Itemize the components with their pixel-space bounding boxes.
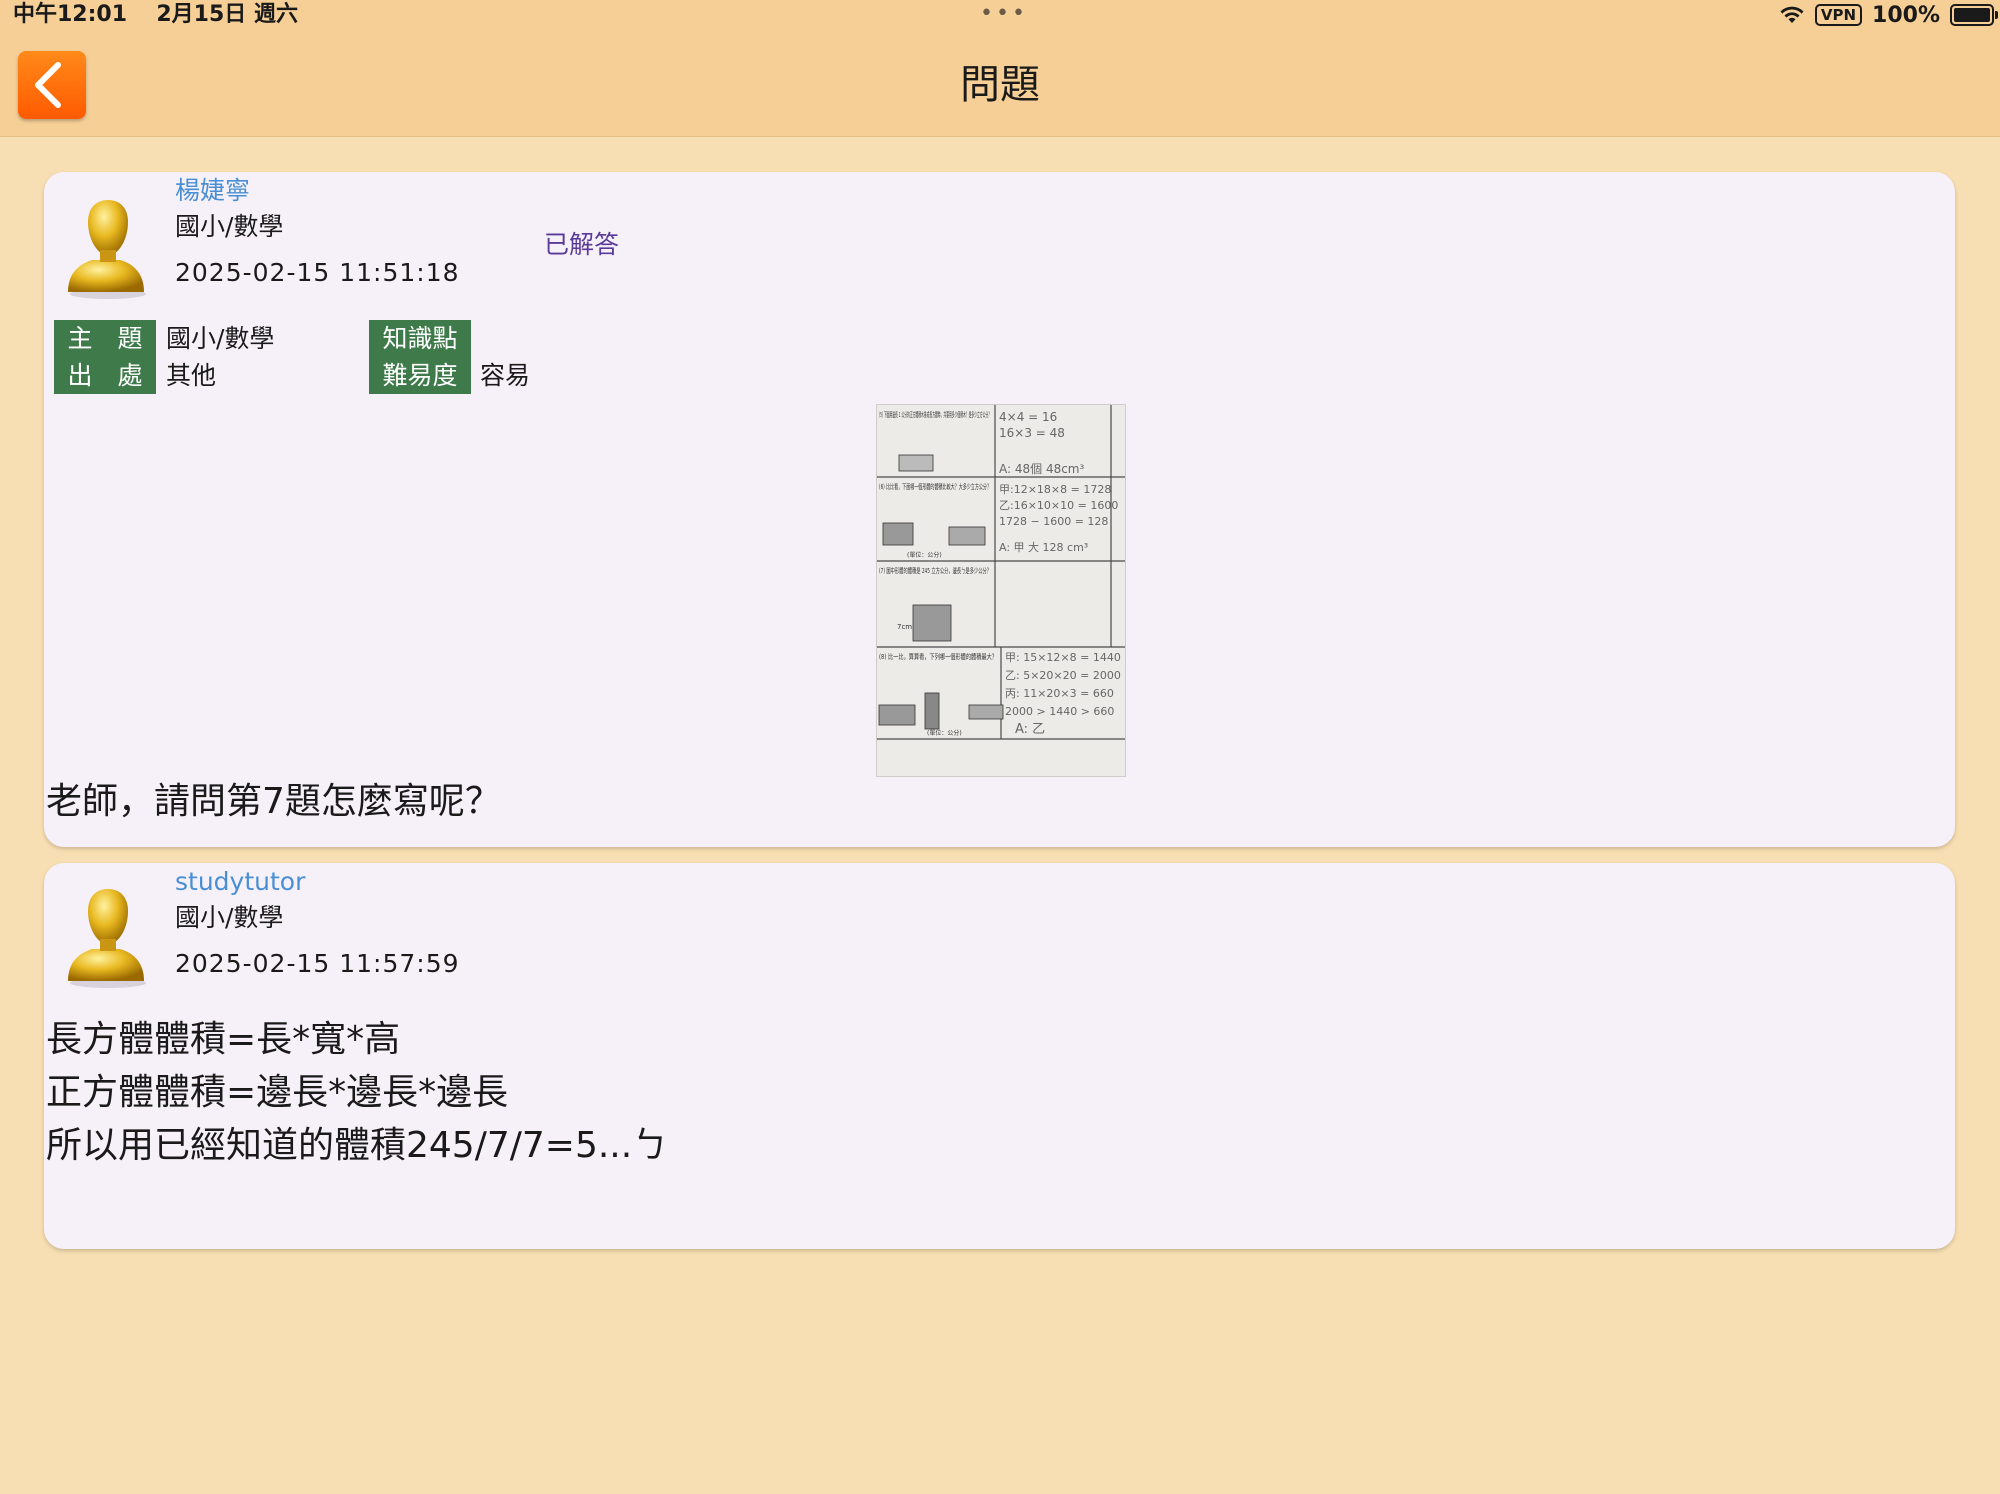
wifi-icon xyxy=(1780,6,1804,23)
worksheet-drawing: (5) 下圖用邊長 1 公分的正方體積木排成長方體時，共要用多少個積木？是多少立… xyxy=(877,405,1125,740)
worksheet-a6-line3: 1728 − 1600 = 128 xyxy=(999,515,1108,528)
battery-icon xyxy=(1950,4,1998,26)
worksheet-a6-line1: 甲:12×18×8 = 1728 xyxy=(999,483,1111,496)
tag-label-topic: 主 題 xyxy=(54,320,156,357)
tutor-avatar-icon xyxy=(68,889,146,988)
worksheet-a5-line3: A: 48個 48cm³ xyxy=(999,462,1084,476)
worksheet-a5-line1: 4×4 = 16 xyxy=(999,410,1057,424)
status-time: 中午12:01 xyxy=(13,2,128,27)
answer-card: studytutor 國小/數學 2025-02-15 11:57:59 長方體… xyxy=(44,863,1955,1249)
question-photo[interactable]: (5) 下圖用邊長 1 公分的正方體積木排成長方體時，共要用多少個積木？是多少立… xyxy=(876,404,1126,777)
worksheet-unit-note-8: (單位：公分) xyxy=(927,729,962,737)
worksheet-a8-line3: 丙: 11×20×3 = 660 xyxy=(1005,687,1114,700)
question-username[interactable]: 楊婕寧 xyxy=(175,174,250,208)
answer-subject: 國小/數學 xyxy=(175,903,284,932)
worksheet-a8-line5: A: 乙 xyxy=(1015,722,1045,737)
tag-label-knowledge-point: 知識點 xyxy=(369,320,471,357)
status-bar: 中午12:01 2月15日 週六 ••• VPN 100% xyxy=(0,0,2000,34)
worksheet-7cm-label: 7cm xyxy=(897,623,912,631)
worksheet-unit-note: (單位：公分) xyxy=(907,551,942,559)
worksheet-a8-line1: 甲: 15×12×8 = 1440 xyxy=(1005,651,1121,664)
status-indicators: VPN 100% xyxy=(1779,0,1998,30)
worksheet-q6: (6) 比比看，下面哪一個形體的體積比較大？大多少立方公分？ xyxy=(879,482,991,491)
worksheet-a6-line4: A: 甲 大 128 cm³ xyxy=(999,540,1088,554)
answered-status-badge: 已解答 xyxy=(544,230,620,259)
answer-text: 長方體體積=長*寬*高 正方體體積=邊長*邊長*邊長 所以用已經知道的體積245… xyxy=(46,1013,668,1172)
tag-value-source: 其他 xyxy=(166,361,217,390)
tag-label-difficulty: 難易度 xyxy=(369,357,471,394)
worksheet-a8-line2: 乙: 5×20×20 = 2000 xyxy=(1005,669,1121,682)
tag-label-source: 出 處 xyxy=(54,357,156,394)
question-datetime: 2025-02-15 11:51:18 xyxy=(175,258,460,287)
question-text: 老師，請問第7題怎麼寫呢？ xyxy=(46,781,501,822)
answer-username[interactable]: studytutor xyxy=(175,865,305,899)
question-subject: 國小/數學 xyxy=(175,212,284,241)
answer-line: 所以用已經知道的體積245/7/7=5...ㄅ xyxy=(46,1125,669,1166)
status-time-date: 中午12:01 2月15日 週六 xyxy=(13,0,298,30)
worksheet-a6-line2: 乙:16×10×10 = 1600 xyxy=(999,499,1118,512)
worksheet-q5: (5) 下圖用邊長 1 公分的正方體積木排成長方體時，共要用多少個積木？是多少立… xyxy=(879,410,991,419)
battery-fill xyxy=(1954,8,1990,22)
status-date: 2月15日 週六 xyxy=(156,2,298,27)
user-avatar-icon xyxy=(68,200,146,299)
answer-line: 長方體體積=長*寬*高 xyxy=(46,1019,401,1060)
worksheet-a5-line2: 16×3 = 48 xyxy=(999,426,1065,440)
tag-value-topic: 國小/數學 xyxy=(166,324,275,353)
multitasking-dots-icon[interactable]: ••• xyxy=(980,3,1028,25)
question-card: 楊婕寧 國小/數學 2025-02-15 11:51:18 已解答 主 題 國小… xyxy=(44,172,1955,847)
worksheet-q7: (7) 圖中形體的體積是 245 立方公分，邊長ㄅ是多少公分？ xyxy=(879,566,991,575)
navigation-bar: 問題 xyxy=(0,34,2000,137)
battery-percent: 100% xyxy=(1872,2,1940,28)
worksheet-a8-line4: 2000 > 1440 > 660 xyxy=(1005,705,1114,718)
tag-value-difficulty: 容易 xyxy=(480,361,531,390)
worksheet-q8: (8) 比一比，算算看，下列哪一個形體的體積最大？ xyxy=(879,652,997,661)
vpn-badge: VPN xyxy=(1814,4,1863,26)
answer-datetime: 2025-02-15 11:57:59 xyxy=(175,949,460,978)
page-title: 問題 xyxy=(960,62,1040,108)
answer-line: 正方體體積=邊長*邊長*邊長 xyxy=(46,1072,509,1113)
